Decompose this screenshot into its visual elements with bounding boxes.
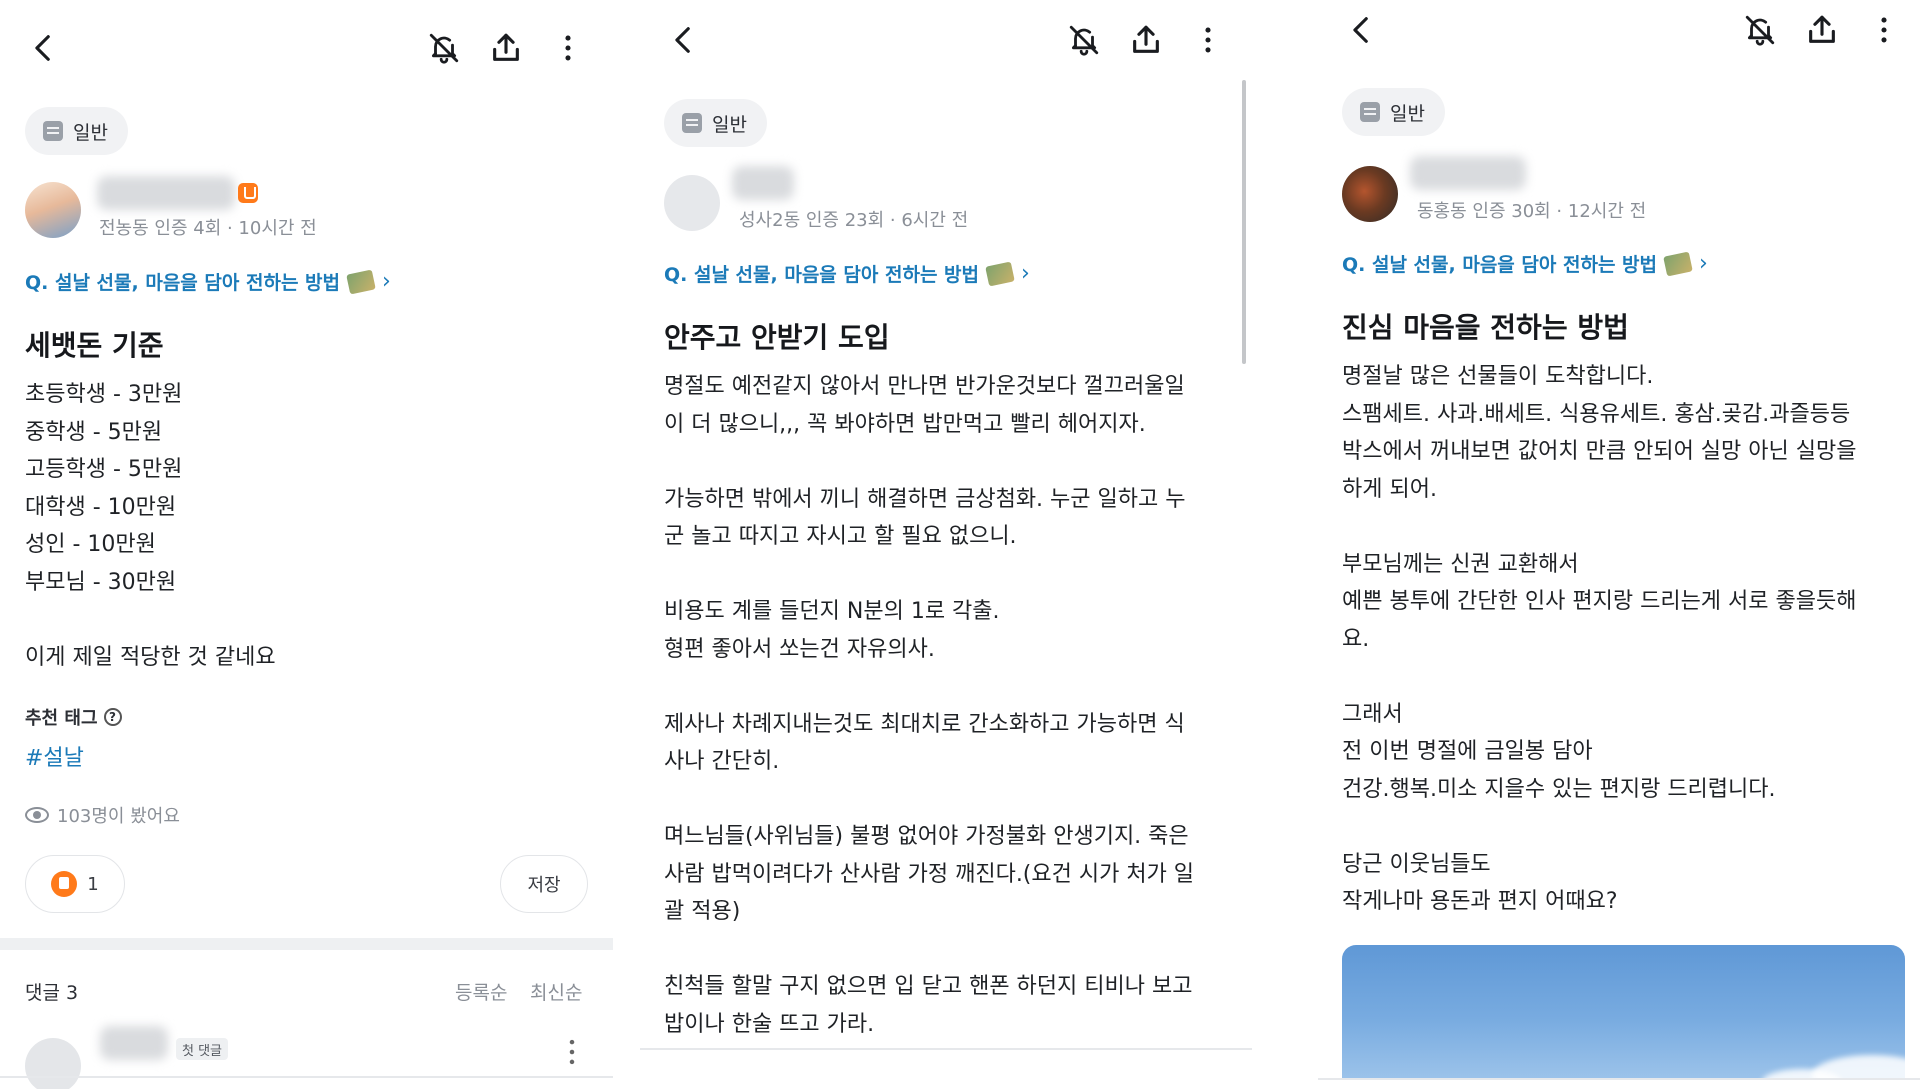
- document-icon: [43, 121, 63, 141]
- share-icon[interactable]: [1126, 20, 1166, 60]
- post-photo[interactable]: [1342, 945, 1905, 1079]
- chevron-right-icon: ›: [1699, 251, 1708, 276]
- like-count: 1: [87, 873, 99, 895]
- top-bar: [640, 10, 1252, 70]
- save-label: 저장: [527, 875, 561, 896]
- save-button[interactable]: 저장: [500, 855, 588, 913]
- manner-badge-icon: [238, 183, 258, 203]
- share-icon[interactable]: [1802, 10, 1842, 50]
- category-chip[interactable]: 일반: [1342, 88, 1445, 136]
- category-label: 일반: [712, 113, 747, 136]
- bottom-divider: [640, 1048, 1252, 1050]
- back-arrow-icon[interactable]: [24, 28, 64, 68]
- bell-off-icon[interactable]: [424, 28, 464, 68]
- post-body: 명절도 예전같지 않아서 만나면 반가운것보다 껄끄러울일 이 더 많으니,,,…: [664, 374, 1195, 1037]
- post-panel-2: 일반 성사2동 인증 23회 · 6시간 전 Q. 설날 선물, 마음을 담아 …: [640, 0, 1252, 1089]
- question-text: Q. 설날 선물, 마음을 담아 전하는 방법: [25, 272, 340, 294]
- question-link[interactable]: Q. 설날 선물, 마음을 담아 전하는 방법 ›: [1342, 250, 1708, 277]
- document-icon: [1360, 102, 1380, 122]
- view-count-text: 103명이 봤어요: [57, 806, 180, 827]
- like-button[interactable]: 1: [25, 855, 125, 913]
- post-title: 안주고 안받기 도입: [664, 321, 890, 354]
- question-text: Q. 설날 선물, 마음을 담아 전하는 방법: [664, 264, 979, 286]
- post-title: 진심 마음을 전하는 방법: [1342, 311, 1629, 344]
- author-meta: 성사2동 인증 23회 · 6시간 전: [739, 210, 969, 231]
- money-icon: [346, 269, 376, 294]
- post-body: 초등학생 - 3만원 중학생 - 5만원 고등학생 - 5만원 대학생 - 10…: [25, 382, 276, 670]
- section-divider: [0, 938, 613, 950]
- sort-latest-button[interactable]: 최신순: [530, 978, 582, 1005]
- more-vertical-icon[interactable]: [548, 28, 588, 68]
- comment-more-icon[interactable]: [552, 1032, 592, 1072]
- more-vertical-icon[interactable]: [1188, 20, 1228, 60]
- avatar[interactable]: [664, 175, 720, 231]
- recommended-tags-label: 추천 태그 ?: [25, 704, 122, 730]
- comments-header: 댓글 3: [25, 982, 79, 1004]
- tag-link[interactable]: #설날: [25, 740, 84, 772]
- view-count: 103명이 봤어요: [25, 802, 180, 828]
- bell-off-icon[interactable]: [1064, 20, 1104, 60]
- top-bar: [0, 18, 613, 78]
- category-chip[interactable]: 일반: [25, 107, 128, 155]
- author-meta: 전농동 인증 4회 · 10시간 전: [99, 218, 317, 239]
- top-bar: [1318, 0, 1920, 60]
- comment-avatar[interactable]: [25, 1038, 81, 1089]
- scrollbar[interactable]: [1242, 80, 1246, 364]
- question-link[interactable]: Q. 설날 선물, 마음을 담아 전하는 방법 ›: [664, 260, 1030, 287]
- thumbs-up-icon: [51, 871, 78, 897]
- back-arrow-icon[interactable]: [1342, 10, 1382, 50]
- question-text: Q. 설날 선물, 마음을 담아 전하는 방법: [1342, 254, 1657, 276]
- eye-icon: [25, 807, 49, 823]
- category-label: 일반: [73, 121, 108, 144]
- back-arrow-icon[interactable]: [664, 20, 704, 60]
- avatar[interactable]: [25, 182, 81, 238]
- avatar[interactable]: [1342, 166, 1398, 222]
- sort-registered-button[interactable]: 등록순: [455, 978, 507, 1005]
- category-label: 일반: [1390, 102, 1425, 125]
- post-panel-3: 일반 동홍동 인증 30회 · 12시간 전 Q. 설날 선물, 마음을 담아 …: [1318, 0, 1920, 1089]
- category-chip[interactable]: 일반: [664, 99, 767, 147]
- author-name-blurred[interactable]: [732, 166, 794, 200]
- author-name-blurred[interactable]: [97, 176, 235, 210]
- money-icon: [985, 261, 1015, 286]
- document-icon: [682, 113, 702, 133]
- bottom-divider: [0, 1076, 613, 1078]
- post-title: 세뱃돈 기준: [25, 329, 164, 362]
- tags-label-text: 추천 태그: [25, 708, 98, 729]
- commenter-name-blurred[interactable]: [100, 1026, 168, 1060]
- post-body: 명절날 많은 선물들이 도착합니다. 스팸세트. 사과.배세트. 식용유세트. …: [1342, 364, 1857, 914]
- author-meta: 동홍동 인증 30회 · 12시간 전: [1417, 201, 1647, 222]
- bell-off-icon[interactable]: [1740, 10, 1780, 50]
- author-name-blurred[interactable]: [1410, 156, 1526, 190]
- post-panel-1: 일반 전농동 인증 4회 · 10시간 전 Q. 설날 선물, 마음을 담아 전…: [0, 0, 613, 1089]
- question-link[interactable]: Q. 설날 선물, 마음을 담아 전하는 방법 ›: [25, 268, 391, 295]
- bottom-divider: [1318, 1078, 1920, 1080]
- more-vertical-icon[interactable]: [1864, 10, 1904, 50]
- money-icon: [1663, 251, 1693, 276]
- chevron-right-icon: ›: [382, 269, 391, 294]
- first-comment-badge: 첫 댓글: [176, 1038, 229, 1060]
- help-icon[interactable]: ?: [103, 708, 122, 726]
- chevron-right-icon: ›: [1021, 261, 1030, 286]
- share-icon[interactable]: [486, 28, 526, 68]
